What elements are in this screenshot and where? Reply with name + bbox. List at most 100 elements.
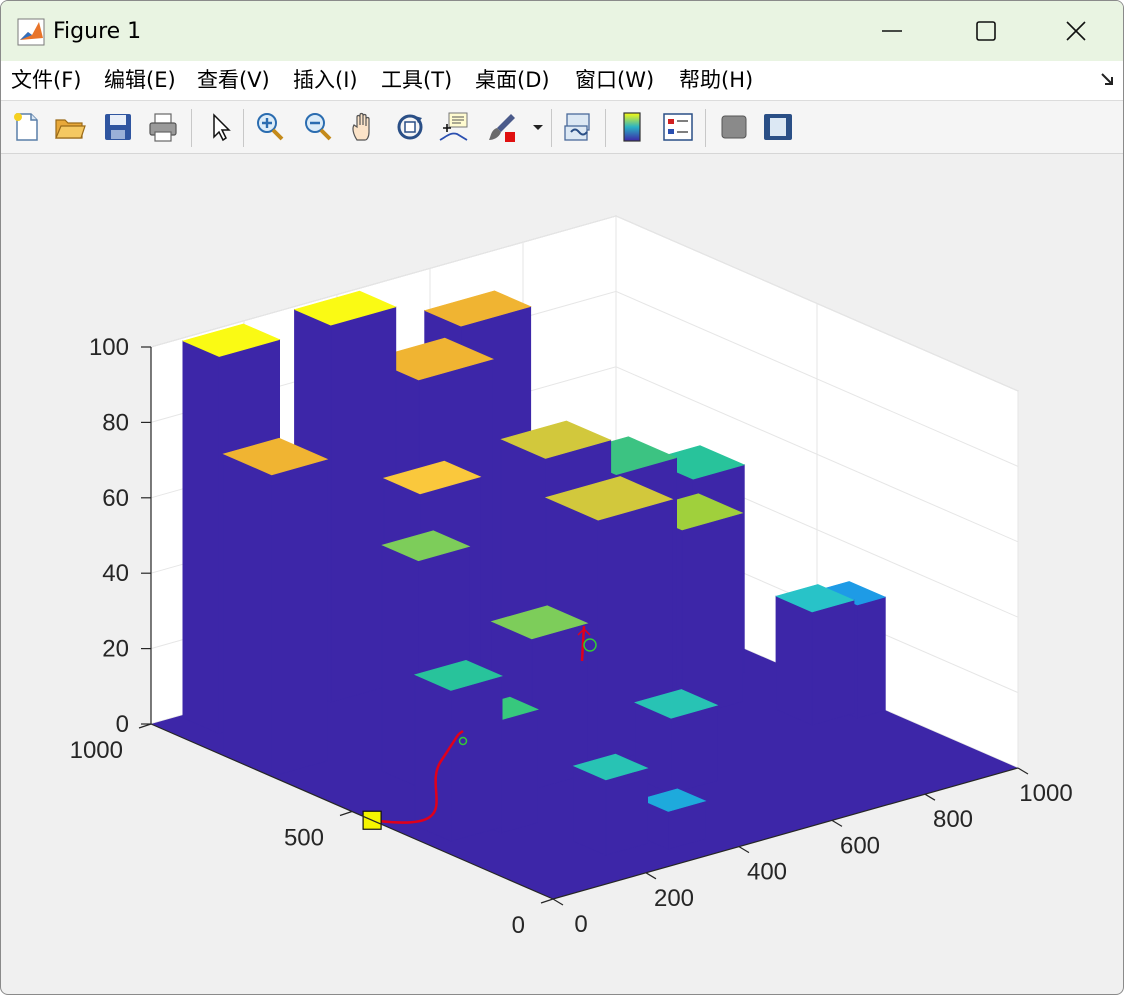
- building: [222, 437, 329, 778]
- hide-plot-tools-button[interactable]: [717, 110, 751, 144]
- legend-button[interactable]: [661, 110, 695, 144]
- menu-bar: 文件(F) 编辑(E) 查看(V) 插入(I) 工具(T) 桌面(D) 窗口(W…: [1, 61, 1123, 101]
- x-tick: [645, 872, 657, 880]
- maximize-button[interactable]: [939, 1, 1033, 61]
- open-icon: [55, 119, 86, 139]
- building-face: [414, 674, 452, 842]
- print-icon: [149, 113, 177, 142]
- rotate-3d-button[interactable]: [393, 110, 427, 144]
- menu-help[interactable]: 帮助(H): [679, 66, 753, 94]
- building-face: [381, 544, 419, 788]
- menu-window[interactable]: 窗口(W): [575, 66, 654, 94]
- building-face: [450, 675, 503, 842]
- menu-desktop[interactable]: 桌面(D): [475, 66, 550, 94]
- x-tick-label: 600: [840, 832, 880, 859]
- toolbar-separator: [243, 109, 244, 147]
- brush-button[interactable]: [485, 110, 519, 144]
- brush-icon: [489, 114, 515, 142]
- z-tick-label: 20: [102, 636, 129, 663]
- select-pointer-button[interactable]: [204, 110, 238, 144]
- z-tick-label: 40: [102, 560, 129, 587]
- building-face: [811, 599, 855, 726]
- menu-edit[interactable]: 编辑(E): [104, 66, 176, 94]
- z-tick-label: 0: [116, 711, 129, 738]
- hide-plot-tools-icon: [721, 115, 747, 139]
- toolbar-separator: [605, 109, 606, 147]
- toolbar-separator: [705, 109, 706, 147]
- dock-arrow-icon[interactable]: [1099, 71, 1115, 87]
- building: [572, 753, 649, 856]
- save-button[interactable]: [101, 110, 135, 144]
- show-plot-tools-icon: [764, 114, 792, 140]
- new-figure-icon: [14, 113, 38, 141]
- x-tick: [552, 898, 564, 906]
- colorbar-icon: [623, 112, 641, 142]
- z-tick-label: 100: [89, 334, 129, 361]
- menu-view[interactable]: 查看(V): [197, 66, 270, 94]
- building-face: [271, 458, 328, 778]
- building-face: [681, 512, 743, 720]
- menu-insert[interactable]: 插入(I): [293, 66, 358, 94]
- matlab-icon: [17, 18, 45, 46]
- building: [413, 659, 503, 842]
- z-tick-label: 60: [102, 485, 129, 512]
- close-button[interactable]: [1029, 1, 1123, 61]
- pan-hand-icon: [352, 112, 370, 141]
- close-icon: [1066, 21, 1086, 41]
- zoom-out-icon: [305, 113, 332, 141]
- figure-toolbar: [1, 101, 1123, 154]
- new-figure-button[interactable]: [9, 110, 43, 144]
- building-face: [857, 596, 886, 719]
- link-plot-button[interactable]: [561, 110, 595, 144]
- x-tick-label: 0: [574, 911, 587, 938]
- building-face: [222, 453, 273, 778]
- y-tick-label: 0: [512, 912, 525, 939]
- open-button[interactable]: [53, 110, 87, 144]
- bar3-plot[interactable]: 0204060801000500100002004006008001000: [1, 154, 1124, 995]
- figure-canvas[interactable]: 0 20 40 60 80 100 0 500 1000 0 200 400 600 800 1000: [1, 154, 1124, 995]
- y-tick: [339, 810, 353, 817]
- x-tick-label: 400: [747, 859, 787, 886]
- zoom-in-icon: [257, 113, 284, 141]
- y-tick: [540, 898, 554, 904]
- title-bar[interactable]: Figure 1: [1, 1, 1123, 61]
- toolbar-separator: [551, 109, 552, 147]
- select-pointer-icon: [213, 113, 231, 142]
- zoom-out-button[interactable]: [301, 110, 335, 144]
- building-face: [605, 767, 648, 856]
- x-tick-label: 800: [933, 806, 973, 833]
- x-tick: [738, 846, 750, 854]
- window-title: Figure 1: [53, 19, 142, 44]
- y-tick-label: 500: [284, 825, 324, 852]
- print-button[interactable]: [146, 110, 180, 144]
- x-tick: [924, 793, 936, 801]
- building: [639, 788, 707, 850]
- minimize-button[interactable]: [845, 1, 939, 61]
- brush-dropdown-icon: [533, 125, 543, 130]
- building-face: [775, 595, 813, 726]
- link-plot-icon: [564, 113, 590, 141]
- figure-window: Figure 1 文件(F) 编辑(E) 查看(V) 插入(I) 工具(T) 桌…: [0, 0, 1124, 995]
- building-face: [500, 708, 539, 834]
- building: [775, 584, 855, 726]
- rotate-3d-icon: [397, 114, 423, 140]
- data-cursor-button[interactable]: [437, 110, 471, 144]
- pan-button[interactable]: [347, 110, 381, 144]
- x-tick: [831, 819, 843, 827]
- brush-dropdown-button[interactable]: [531, 110, 545, 144]
- legend-icon: [663, 113, 693, 141]
- menu-tools[interactable]: 工具(T): [381, 66, 452, 94]
- colorbar-button[interactable]: [615, 110, 649, 144]
- menu-file[interactable]: 文件(F): [11, 66, 81, 94]
- minimize-icon: [882, 30, 902, 32]
- x-tick-label: 200: [654, 885, 694, 912]
- building-face: [182, 340, 220, 735]
- toolbar-separator: [191, 109, 192, 147]
- building-face: [670, 704, 718, 795]
- building-face: [573, 765, 607, 856]
- data-cursor-icon: [439, 112, 468, 141]
- maximize-icon: [976, 21, 996, 41]
- x-tick: [1017, 767, 1029, 775]
- zoom-in-button[interactable]: [253, 110, 287, 144]
- show-plot-tools-button[interactable]: [761, 110, 795, 144]
